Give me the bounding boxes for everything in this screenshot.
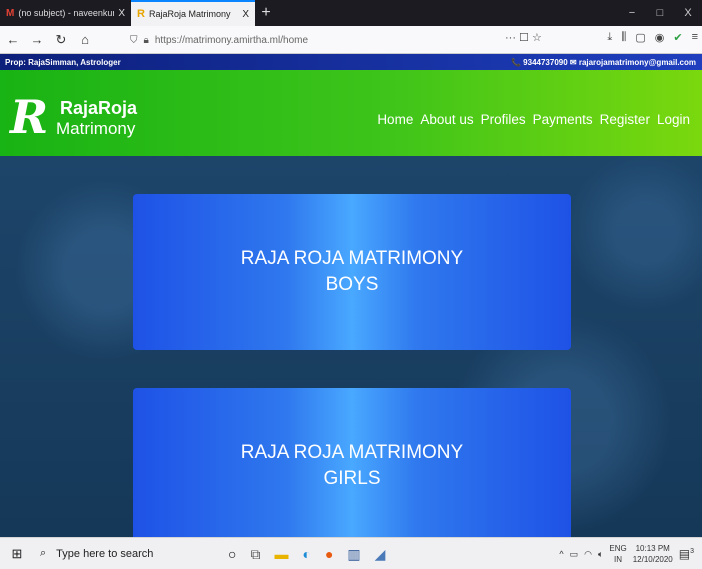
checkmark-icon[interactable]: ✔	[673, 31, 682, 44]
brand-name[interactable]: RajaRoja	[60, 98, 137, 119]
tab-title: RajaRoja Matrimony	[148, 9, 231, 19]
page-actions[interactable]: ··· ☐ ☆	[505, 31, 542, 44]
search-icon: ⌕	[40, 547, 47, 559]
card-title-line1: RAJA ROJA MATRIMONY	[240, 248, 464, 269]
lang-line1: ENG	[609, 544, 627, 553]
notification-count: 3	[690, 548, 694, 555]
battery-icon[interactable]: ▭	[570, 549, 579, 560]
forward-icon[interactable]: →	[28, 32, 46, 47]
reader-view-icon[interactable]: ▢	[635, 31, 645, 44]
nav-about-us[interactable]: About us	[420, 112, 473, 127]
rajaroja-icon: R	[137, 8, 145, 20]
nav-register[interactable]: Register	[600, 112, 650, 127]
proprietor-text: Prop: RajaSimman, Astrologer	[5, 57, 121, 67]
edge-icon[interactable]: ◐	[302, 546, 310, 562]
app-icon[interactable]: ◢	[375, 546, 386, 563]
card-title-line1: RAJA ROJA MATRIMONY	[240, 442, 464, 463]
boys-card[interactable]: RAJA ROJA MATRIMONY BOYS	[133, 194, 571, 350]
browser-navbar: ← → ↻ ⌂ ⛉ 🔒︎ https://matrimony.amirtha.m…	[0, 26, 702, 54]
close-window-button[interactable]: X	[674, 0, 702, 26]
firefox-icon[interactable]: ●	[325, 546, 333, 562]
wifi-icon[interactable]: ◠	[584, 549, 592, 560]
top-info-strip: Prop: RajaSimman, Astrologer 📞 934473709…	[0, 54, 702, 70]
reload-icon[interactable]: ↻	[52, 32, 70, 48]
clock-date: 12/10/2020	[632, 555, 673, 564]
browser-tab-gmail[interactable]: M (no subject) - naveenkumar.m X	[0, 0, 131, 26]
card-text: RAJA ROJA MATRIMONY BOYS	[222, 246, 482, 298]
brand-subtitle: Matrimony	[56, 119, 136, 138]
close-tab-icon[interactable]: X	[242, 9, 249, 20]
browser-tab-strip: M (no subject) - naveenkumar.m X R RajaR…	[0, 0, 702, 26]
library-icon[interactable]: ⫼	[621, 31, 626, 44]
download-icon[interactable]: ⤓	[607, 31, 612, 44]
girls-card[interactable]: RAJA ROJA MATRIMONY GIRLS	[133, 388, 571, 537]
gmail-icon: M	[6, 7, 15, 19]
logo-icon[interactable]: R	[10, 92, 50, 142]
tray-chevron-icon[interactable]: ^	[559, 549, 563, 559]
nav-payments[interactable]: Payments	[533, 112, 593, 127]
maximize-button[interactable]: □	[646, 0, 674, 26]
lock-icon: 🔒︎	[143, 34, 149, 46]
language-indicator[interactable]: ENG IN	[609, 543, 626, 565]
windows-start-icon[interactable]: ⊞	[0, 546, 34, 562]
browser-tab-rajaroja[interactable]: R RajaRoja Matrimony X	[131, 0, 255, 26]
taskbar-apps: ○ ⧉ ▬ ◐ ● ▥ ◢	[228, 538, 385, 569]
site-nav: Home About us Profiles Payments Register…	[377, 112, 690, 127]
url-bar[interactable]: ⛉ 🔒︎ https://matrimony.amirtha.ml/home	[130, 29, 550, 51]
menu-icon[interactable]: ≡	[692, 31, 698, 44]
window-controls: − □ X	[618, 0, 702, 26]
file-explorer-icon[interactable]: ▬	[274, 546, 288, 562]
nav-home[interactable]: Home	[377, 112, 413, 127]
minimize-button[interactable]: −	[618, 0, 646, 26]
site-header: R RajaRoja Matrimony Home About us Profi…	[0, 70, 702, 156]
notification-icon[interactable]: ▤3	[679, 547, 694, 561]
account-icon[interactable]: ◉	[655, 31, 665, 44]
word-icon[interactable]: ▥	[347, 546, 360, 563]
browser-toolbar: ⤓ ⫼ ▢ ◉ ✔ ≡	[607, 31, 698, 44]
clock[interactable]: 10:13 PM 12/10/2020	[633, 543, 673, 565]
card-text: RAJA ROJA MATRIMONY GIRLS	[222, 440, 482, 492]
contact-text: 📞 9344737090 ✉ rajarojamatrimony@gmail.c…	[511, 57, 696, 67]
windows-taskbar: ⊞ ⌕ Type here to search ○ ⧉ ▬ ◐ ● ▥ ◢ ^ …	[0, 537, 702, 569]
back-icon[interactable]: ←	[4, 32, 22, 47]
home-icon[interactable]: ⌂	[76, 32, 94, 47]
shield-icon: ⛉	[130, 34, 138, 46]
main-content: RAJA ROJA MATRIMONY BOYS RAJA ROJA MATRI…	[0, 156, 702, 537]
card-title-line2: GIRLS	[323, 468, 381, 489]
url-text: https://matrimony.amirtha.ml/home	[154, 34, 309, 46]
taskbar-search[interactable]: ⌕ Type here to search	[34, 538, 234, 569]
volume-icon[interactable]: 🔈︎	[598, 549, 603, 560]
close-tab-icon[interactable]: X	[118, 8, 125, 19]
system-tray: ^ ▭ ◠ 🔈︎ ENG IN 10:13 PM 12/10/2020 ▤3	[559, 538, 694, 569]
search-placeholder: Type here to search	[56, 547, 154, 560]
nav-login[interactable]: Login	[657, 112, 690, 127]
new-tab-button[interactable]: +	[255, 0, 277, 26]
card-title-line2: BOYS	[325, 274, 379, 295]
tab-title: (no subject) - naveenkumar.m	[18, 8, 114, 18]
cortana-icon[interactable]: ○	[228, 546, 236, 562]
task-view-icon[interactable]: ⧉	[250, 546, 260, 563]
clock-time: 10:13 PM	[635, 544, 670, 553]
lang-line2: IN	[614, 555, 623, 564]
nav-profiles[interactable]: Profiles	[481, 112, 526, 127]
